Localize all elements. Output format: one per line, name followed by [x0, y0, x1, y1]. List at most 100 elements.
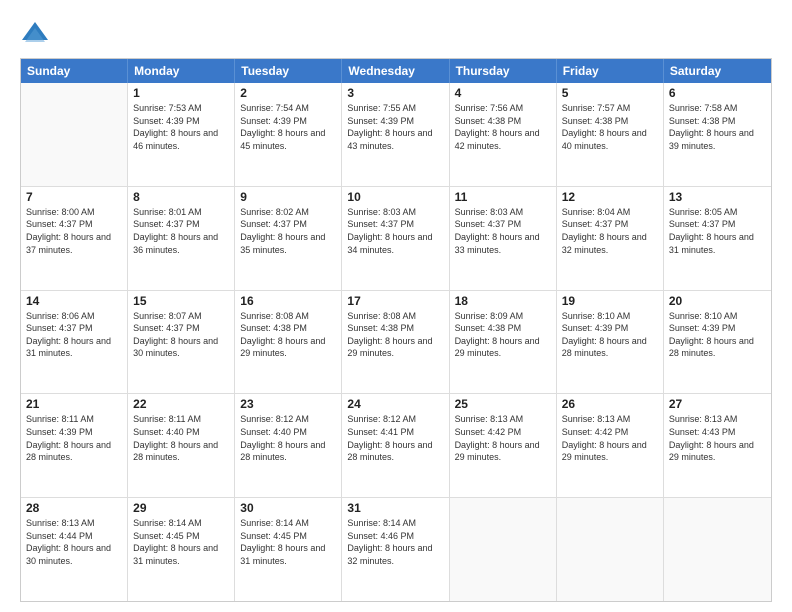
cell-info: Sunrise: 8:13 AMSunset: 4:43 PMDaylight:…	[669, 413, 766, 463]
day-number: 26	[562, 397, 658, 411]
cell-info: Sunrise: 7:55 AMSunset: 4:39 PMDaylight:…	[347, 102, 443, 152]
calendar-cell: 15Sunrise: 8:07 AMSunset: 4:37 PMDayligh…	[128, 291, 235, 394]
cell-info: Sunrise: 7:53 AMSunset: 4:39 PMDaylight:…	[133, 102, 229, 152]
calendar-cell: 12 Sunrise: 8:04 AMSunset: 4:37 PMDayligh…	[557, 187, 664, 290]
calendar-body: 1 Sunrise: 7:53 AMSunset: 4:39 PMDaylight…	[21, 83, 771, 601]
cal-header-day: Saturday	[664, 59, 771, 83]
calendar-row: 1 Sunrise: 7:53 AMSunset: 4:39 PMDaylight…	[21, 83, 771, 187]
calendar-cell	[450, 498, 557, 601]
day-number: 11	[455, 190, 551, 204]
cell-info: Sunrise: 8:11 AMSunset: 4:39 PMDaylight:…	[26, 413, 122, 463]
calendar: SundayMondayTuesdayWednesdayThursdayFrid…	[20, 58, 772, 602]
calendar-cell: 3 Sunrise: 7:55 AMSunset: 4:39 PMDaylight…	[342, 83, 449, 186]
day-number: 31	[347, 501, 443, 515]
calendar-cell: 10 Sunrise: 8:03 AMSunset: 4:37 PMDayligh…	[342, 187, 449, 290]
calendar-cell: 23 Sunrise: 8:12 AMSunset: 4:40 PMDayligh…	[235, 394, 342, 497]
calendar-cell	[664, 498, 771, 601]
cal-header-day: Tuesday	[235, 59, 342, 83]
calendar-header: SundayMondayTuesdayWednesdayThursdayFrid…	[21, 59, 771, 83]
day-number: 12	[562, 190, 658, 204]
calendar-cell: 8 Sunrise: 8:01 AMSunset: 4:37 PMDaylight…	[128, 187, 235, 290]
day-number: 5	[562, 86, 658, 100]
cell-info: Sunrise: 8:14 AMSunset: 4:46 PMDaylight:…	[347, 517, 443, 567]
calendar-cell: 31 Sunrise: 8:14 AMSunset: 4:46 PMDayligh…	[342, 498, 449, 601]
day-number: 4	[455, 86, 551, 100]
calendar-cell: 27Sunrise: 8:13 AMSunset: 4:43 PMDayligh…	[664, 394, 771, 497]
calendar-cell: 1 Sunrise: 7:53 AMSunset: 4:39 PMDaylight…	[128, 83, 235, 186]
calendar-cell: 25Sunrise: 8:13 AMSunset: 4:42 PMDayligh…	[450, 394, 557, 497]
logo	[20, 20, 54, 50]
cell-info: Sunrise: 7:58 AMSunset: 4:38 PMDaylight:…	[669, 102, 766, 152]
calendar-cell: 13Sunrise: 8:05 AMSunset: 4:37 PMDayligh…	[664, 187, 771, 290]
day-number: 30	[240, 501, 336, 515]
calendar-cell: 28Sunrise: 8:13 AMSunset: 4:44 PMDayligh…	[21, 498, 128, 601]
day-number: 22	[133, 397, 229, 411]
calendar-cell: 16 Sunrise: 8:08 AMSunset: 4:38 PMDayligh…	[235, 291, 342, 394]
cell-info: Sunrise: 8:05 AMSunset: 4:37 PMDaylight:…	[669, 206, 766, 256]
cell-info: Sunrise: 7:54 AMSunset: 4:39 PMDaylight:…	[240, 102, 336, 152]
cell-info: Sunrise: 8:09 AMSunset: 4:38 PMDaylight:…	[455, 310, 551, 360]
calendar-cell: 17 Sunrise: 8:08 AMSunset: 4:38 PMDayligh…	[342, 291, 449, 394]
cal-header-day: Friday	[557, 59, 664, 83]
calendar-cell	[21, 83, 128, 186]
cell-info: Sunrise: 8:03 AMSunset: 4:37 PMDaylight:…	[347, 206, 443, 256]
day-number: 7	[26, 190, 122, 204]
cell-info: Sunrise: 8:06 AMSunset: 4:37 PMDaylight:…	[26, 310, 122, 360]
cell-info: Sunrise: 8:13 AMSunset: 4:42 PMDaylight:…	[562, 413, 658, 463]
cell-info: Sunrise: 8:08 AMSunset: 4:38 PMDaylight:…	[240, 310, 336, 360]
day-number: 23	[240, 397, 336, 411]
cal-header-day: Wednesday	[342, 59, 449, 83]
day-number: 8	[133, 190, 229, 204]
calendar-cell: 21Sunrise: 8:11 AMSunset: 4:39 PMDayligh…	[21, 394, 128, 497]
cell-info: Sunrise: 8:12 AMSunset: 4:40 PMDaylight:…	[240, 413, 336, 463]
calendar-row: 14 Sunrise: 8:06 AMSunset: 4:37 PMDayligh…	[21, 291, 771, 395]
calendar-cell: 29 Sunrise: 8:14 AMSunset: 4:45 PMDayligh…	[128, 498, 235, 601]
day-number: 6	[669, 86, 766, 100]
calendar-row: 28Sunrise: 8:13 AMSunset: 4:44 PMDayligh…	[21, 498, 771, 601]
calendar-cell: 19Sunrise: 8:10 AMSunset: 4:39 PMDayligh…	[557, 291, 664, 394]
calendar-cell: 2Sunrise: 7:54 AMSunset: 4:39 PMDaylight…	[235, 83, 342, 186]
calendar-cell: 14 Sunrise: 8:06 AMSunset: 4:37 PMDayligh…	[21, 291, 128, 394]
day-number: 16	[240, 294, 336, 308]
cell-info: Sunrise: 7:57 AMSunset: 4:38 PMDaylight:…	[562, 102, 658, 152]
calendar-cell: 5 Sunrise: 7:57 AMSunset: 4:38 PMDaylight…	[557, 83, 664, 186]
calendar-cell: 6 Sunrise: 7:58 AMSunset: 4:38 PMDaylight…	[664, 83, 771, 186]
day-number: 10	[347, 190, 443, 204]
day-number: 15	[133, 294, 229, 308]
cell-info: Sunrise: 7:56 AMSunset: 4:38 PMDaylight:…	[455, 102, 551, 152]
calendar-cell: 26 Sunrise: 8:13 AMSunset: 4:42 PMDayligh…	[557, 394, 664, 497]
calendar-row: 21Sunrise: 8:11 AMSunset: 4:39 PMDayligh…	[21, 394, 771, 498]
logo-icon	[20, 20, 50, 50]
cell-info: Sunrise: 8:12 AMSunset: 4:41 PMDaylight:…	[347, 413, 443, 463]
cell-info: Sunrise: 8:04 AMSunset: 4:37 PMDaylight:…	[562, 206, 658, 256]
cell-info: Sunrise: 8:02 AMSunset: 4:37 PMDaylight:…	[240, 206, 336, 256]
day-number: 3	[347, 86, 443, 100]
cell-info: Sunrise: 8:01 AMSunset: 4:37 PMDaylight:…	[133, 206, 229, 256]
calendar-cell: 18Sunrise: 8:09 AMSunset: 4:38 PMDayligh…	[450, 291, 557, 394]
day-number: 1	[133, 86, 229, 100]
cell-info: Sunrise: 8:14 AMSunset: 4:45 PMDaylight:…	[240, 517, 336, 567]
day-number: 17	[347, 294, 443, 308]
day-number: 9	[240, 190, 336, 204]
day-number: 24	[347, 397, 443, 411]
cell-info: Sunrise: 8:11 AMSunset: 4:40 PMDaylight:…	[133, 413, 229, 463]
day-number: 14	[26, 294, 122, 308]
page: SundayMondayTuesdayWednesdayThursdayFrid…	[0, 0, 792, 612]
day-number: 20	[669, 294, 766, 308]
cell-info: Sunrise: 8:03 AMSunset: 4:37 PMDaylight:…	[455, 206, 551, 256]
cal-header-day: Thursday	[450, 59, 557, 83]
header	[20, 16, 772, 50]
calendar-cell: 22 Sunrise: 8:11 AMSunset: 4:40 PMDayligh…	[128, 394, 235, 497]
calendar-cell: 30 Sunrise: 8:14 AMSunset: 4:45 PMDayligh…	[235, 498, 342, 601]
cell-info: Sunrise: 8:00 AMSunset: 4:37 PMDaylight:…	[26, 206, 122, 256]
cell-info: Sunrise: 8:08 AMSunset: 4:38 PMDaylight:…	[347, 310, 443, 360]
cell-info: Sunrise: 8:10 AMSunset: 4:39 PMDaylight:…	[562, 310, 658, 360]
calendar-cell: 24 Sunrise: 8:12 AMSunset: 4:41 PMDayligh…	[342, 394, 449, 497]
calendar-cell: 11 Sunrise: 8:03 AMSunset: 4:37 PMDayligh…	[450, 187, 557, 290]
day-number: 25	[455, 397, 551, 411]
day-number: 29	[133, 501, 229, 515]
calendar-cell: 20Sunrise: 8:10 AMSunset: 4:39 PMDayligh…	[664, 291, 771, 394]
cell-info: Sunrise: 8:14 AMSunset: 4:45 PMDaylight:…	[133, 517, 229, 567]
calendar-cell: 7 Sunrise: 8:00 AMSunset: 4:37 PMDaylight…	[21, 187, 128, 290]
calendar-cell	[557, 498, 664, 601]
